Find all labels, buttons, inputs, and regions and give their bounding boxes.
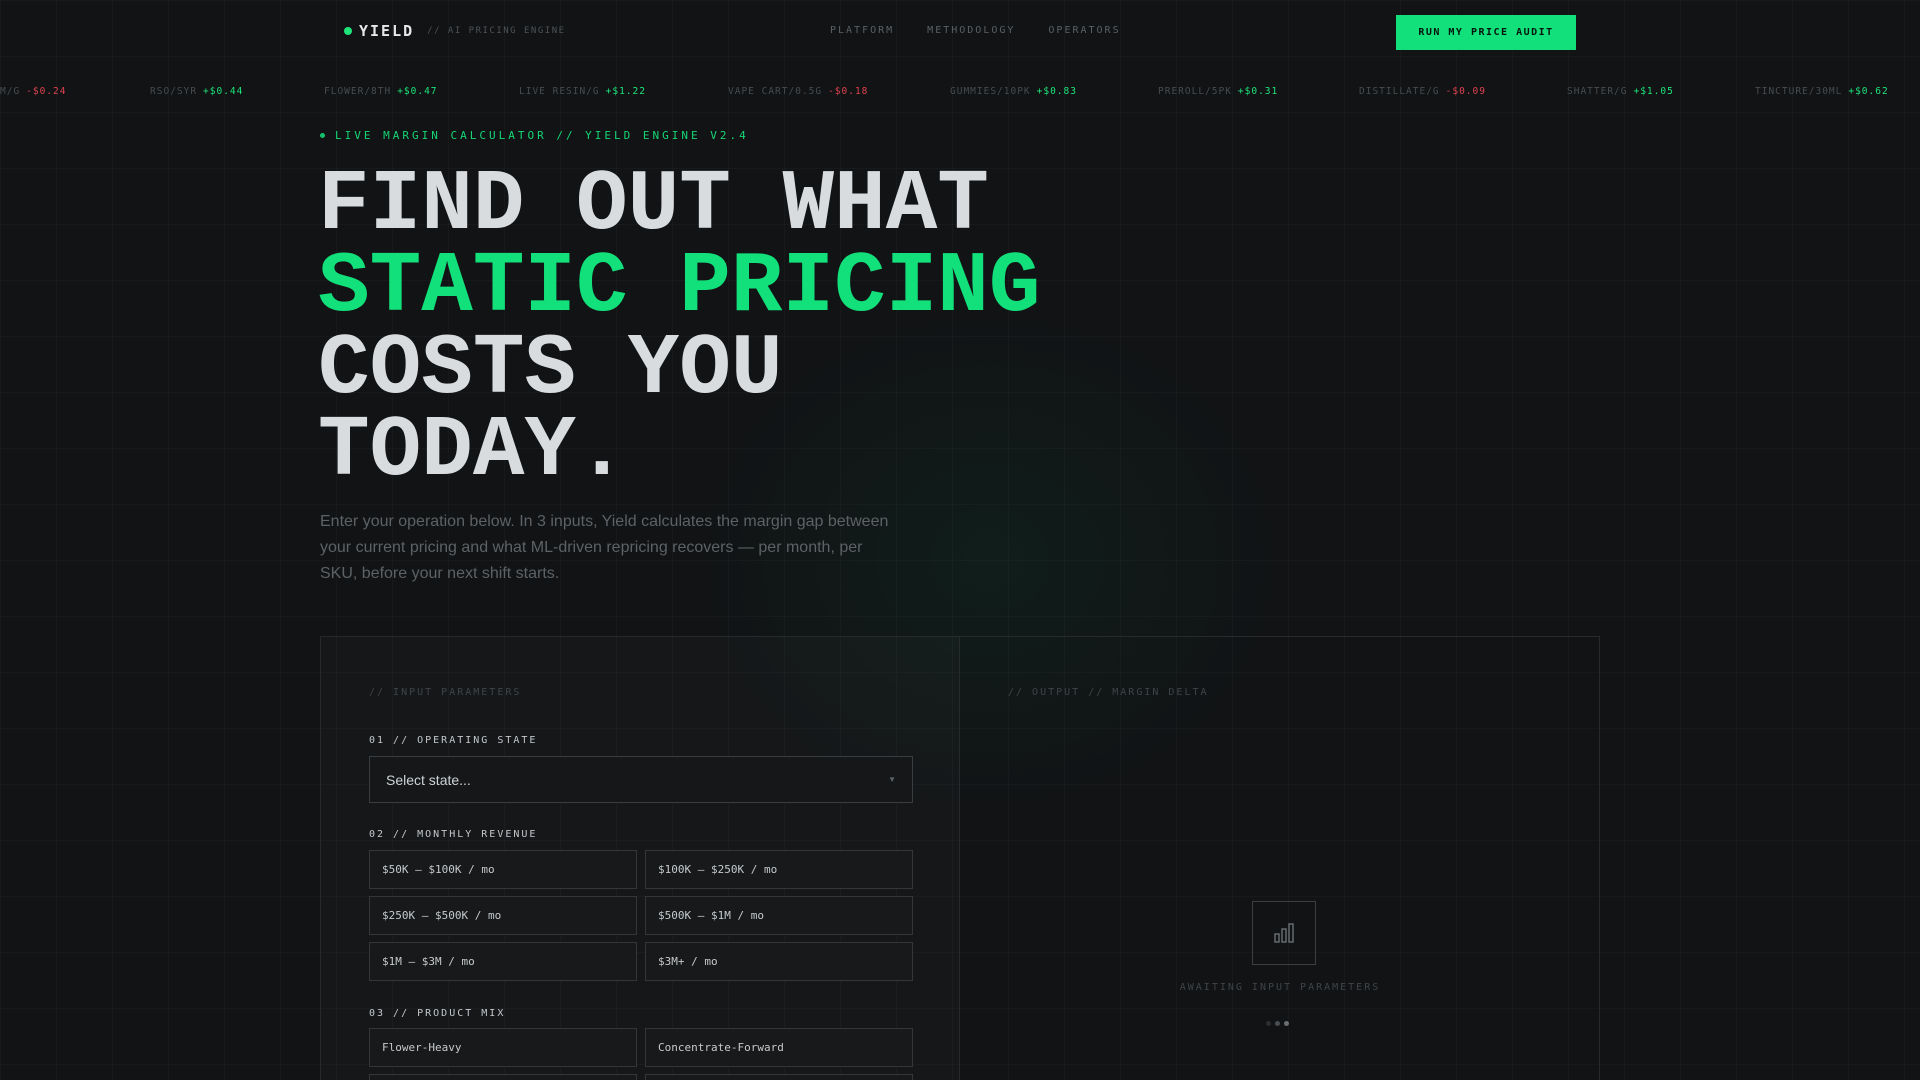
revenue-option[interactable]: $50K – $100K / mo bbox=[369, 850, 637, 889]
state-select[interactable]: Select state... ▼ bbox=[369, 756, 913, 803]
output-section-comment: // OUTPUT // MARGIN DELTA bbox=[1008, 687, 1209, 698]
top-nav: YIELD // AI PRICING ENGINE PLATFORM METH… bbox=[0, 0, 1920, 64]
input-section-comment: // INPUT PARAMETERS bbox=[369, 687, 522, 698]
revenue-label: 02 // MONTHLY REVENUE bbox=[369, 829, 538, 840]
mix-option[interactable]: Concentrate-Forward bbox=[645, 1028, 913, 1067]
hero-eyebrow: LIVE MARGIN CALCULATOR // YIELD ENGINE V… bbox=[320, 129, 749, 142]
logo-text: YIELD bbox=[359, 22, 415, 40]
awaiting-input-text: AWAITING INPUT PARAMETERS bbox=[1179, 982, 1381, 993]
headline-line-1: FIND OUT WHAT bbox=[318, 156, 989, 254]
hero-headline: FIND OUT WHAT STATIC PRICING COSTS YOU T… bbox=[318, 156, 1041, 500]
mix-label: 03 // PRODUCT MIX bbox=[369, 1008, 506, 1019]
revenue-option[interactable]: $500K – $1M / mo bbox=[645, 896, 913, 935]
nav-link-platform[interactable]: PLATFORM bbox=[830, 25, 894, 36]
state-label: 01 // OPERATING STATE bbox=[369, 735, 538, 746]
mix-option[interactable] bbox=[369, 1074, 637, 1080]
chevron-down-icon: ▼ bbox=[888, 775, 896, 784]
bar-chart-icon bbox=[1252, 901, 1316, 965]
logo[interactable]: YIELD // AI PRICING ENGINE bbox=[344, 22, 566, 40]
revenue-option[interactable]: $3M+ / mo bbox=[645, 942, 913, 981]
loading-dots-icon bbox=[1266, 1021, 1293, 1026]
ticker-item: M/G -$0.24 bbox=[0, 86, 67, 97]
mix-option[interactable]: Flower-Heavy bbox=[369, 1028, 637, 1067]
mix-option[interactable] bbox=[645, 1074, 913, 1080]
ticker-item: SHATTER/G +$1.05 bbox=[1567, 86, 1674, 97]
ticker-item: FLOWER/8TH +$0.47 bbox=[324, 86, 438, 97]
nav-links: PLATFORM METHODOLOGY OPERATORS bbox=[830, 25, 1154, 36]
headline-line-2: STATIC PRICING bbox=[318, 238, 1041, 336]
revenue-option[interactable]: $1M – $3M / mo bbox=[369, 942, 637, 981]
run-price-audit-button[interactable]: RUN MY PRICE AUDIT bbox=[1396, 15, 1576, 50]
logo-tagline: // AI PRICING ENGINE bbox=[427, 26, 566, 36]
eyebrow-text: LIVE MARGIN CALCULATOR // YIELD ENGINE V… bbox=[335, 129, 749, 142]
revenue-option[interactable]: $250K – $500K / mo bbox=[369, 896, 637, 935]
hero-subtitle: Enter your operation below. In 3 inputs,… bbox=[320, 513, 889, 582]
headline-line-4: TODAY. bbox=[318, 402, 628, 500]
headline-line-3: COSTS YOU bbox=[318, 320, 783, 418]
revenue-option[interactable]: $100K – $250K / mo bbox=[645, 850, 913, 889]
ticker-item: DISTILLATE/G -$0.09 bbox=[1359, 86, 1486, 97]
output-panel: // OUTPUT // MARGIN DELTA AWAITING INPUT… bbox=[960, 637, 1599, 1080]
ticker-item: VAPE CART/0.5G -$0.18 bbox=[728, 86, 869, 97]
ticker-item: RSO/SYR +$0.44 bbox=[150, 86, 244, 97]
ticker-item: TINCTURE/30ML +$0.62 bbox=[1755, 86, 1889, 97]
ticker-item: GUMMIES/10PK +$0.83 bbox=[950, 86, 1077, 97]
nav-link-methodology[interactable]: METHODOLOGY bbox=[927, 25, 1015, 36]
live-dot-icon bbox=[320, 133, 325, 138]
margin-calculator: // INPUT PARAMETERS 01 // OPERATING STAT… bbox=[320, 636, 1600, 1080]
ticker-item: LIVE RESIN/G +$1.22 bbox=[519, 86, 646, 97]
logo-dot-icon bbox=[344, 27, 352, 35]
state-select-value: Select state... bbox=[386, 771, 471, 788]
input-panel: // INPUT PARAMETERS 01 // OPERATING STAT… bbox=[321, 637, 960, 1080]
price-ticker: M/G -$0.24 RSO/SYR +$0.44 FLOWER/8TH +$0.47… bbox=[0, 80, 1920, 102]
nav-link-operators[interactable]: OPERATORS bbox=[1048, 25, 1120, 36]
ticker-item: PREROLL/5PK +$0.31 bbox=[1158, 86, 1279, 97]
